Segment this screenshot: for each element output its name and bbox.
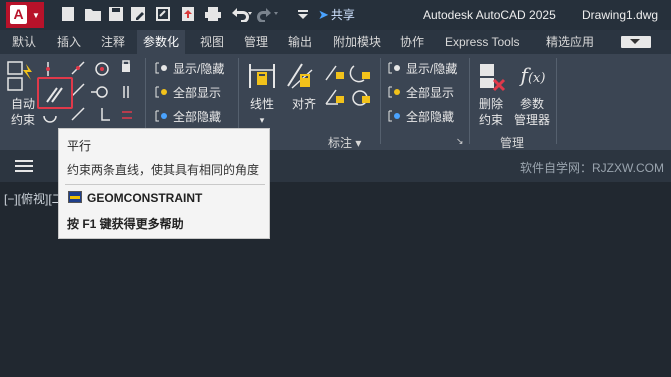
dimensional-show-hide-button[interactable]: 显示/隐藏 (387, 60, 457, 78)
title-bar: A ▼ ➤ 共享 Autodesk AutoCAD 2025 Drawing1.d… (0, 0, 671, 30)
geometric-show-hide-button[interactable]: 显示/隐藏 (154, 60, 224, 78)
tab-express-tools[interactable]: Express Tools (439, 30, 525, 54)
aligned-dimension-icon[interactable] (284, 60, 316, 92)
share-icon[interactable] (155, 6, 171, 24)
dimension-constraint-grid (325, 65, 370, 106)
panel-launcher-icon[interactable]: ↘ (456, 136, 464, 147)
tab-view[interactable]: 视图 (194, 30, 230, 54)
dimensional-hide-all-button[interactable]: 全部隐藏 (387, 108, 454, 126)
panel-separator (469, 58, 470, 144)
application-menu-button[interactable]: A ▼ (6, 2, 44, 28)
geometric-hide-all-button[interactable]: 全部隐藏 (154, 108, 221, 126)
tab-output[interactable]: 输出 (282, 30, 318, 54)
upload-icon[interactable] (180, 6, 196, 24)
autocad-logo-icon: A (10, 5, 27, 24)
menu-icon[interactable] (15, 160, 33, 172)
ribbon-display-toggle[interactable] (621, 36, 651, 48)
chevron-down-icon[interactable] (296, 6, 310, 24)
open-icon[interactable] (84, 6, 102, 24)
share-label: 共享 (330, 8, 355, 22)
chevron-down-icon: ▼ (32, 11, 40, 20)
tab-manage[interactable]: 管理 (238, 30, 274, 54)
dimensional-panel-label[interactable]: 标注 ▾ (328, 134, 361, 151)
function-icon[interactable]: f(x) (515, 58, 551, 92)
tooltip-description: 约束两条直线，使其具有相同的角度 (67, 163, 260, 177)
dimensional-show-hide-label: 显示/隐藏 (406, 62, 458, 76)
tab-insert[interactable]: 插入 (51, 30, 87, 54)
delete-constraints-label[interactable]: 删除 约束 (474, 96, 508, 128)
undo-icon[interactable] (230, 6, 252, 24)
tab-addins[interactable]: 附加模块 (327, 30, 387, 54)
linear-dimension-icon[interactable] (246, 60, 278, 92)
tooltip-title: 平行 (67, 139, 92, 153)
dimensional-hide-all-label: 全部隐藏 (406, 110, 455, 124)
hide-all-icon (387, 109, 403, 123)
redo-icon[interactable] (257, 6, 279, 24)
show-hide-icon (154, 61, 170, 75)
linear-label[interactable]: 线性 (246, 96, 278, 112)
delete-constraints-icon[interactable] (476, 60, 510, 94)
tab-featured-apps[interactable]: 精选应用 (540, 30, 600, 54)
panel-separator (556, 58, 557, 144)
hide-all-icon (154, 109, 170, 123)
tab-collaborate[interactable]: 协作 (394, 30, 430, 54)
manage-panel-label: 管理 (500, 136, 525, 150)
tooltip-help: 按 F1 键获得更多帮助 (67, 217, 184, 231)
dimensional-show-all-button[interactable]: 全部显示 (387, 84, 454, 102)
auto-constrain-label[interactable]: 自动 约束 (6, 96, 40, 128)
geometric-show-all-label: 全部显示 (173, 86, 222, 100)
tab-annotate[interactable]: 注释 (95, 30, 131, 54)
panel-separator (380, 58, 381, 144)
watermark-text: 软件自学网：RJZXW.COM (520, 161, 664, 175)
share-button[interactable]: ➤ 共享 (318, 6, 355, 23)
save-as-icon[interactable] (130, 6, 146, 24)
parallel-tooltip: 平行 约束两条直线，使其具有相同的角度 GEOMCONSTRAINT 按 F1 … (58, 128, 270, 239)
geometric-show-all-button[interactable]: 全部显示 (154, 84, 221, 102)
geometric-hide-all-label: 全部隐藏 (173, 110, 222, 124)
tooltip-divider (65, 184, 265, 185)
show-all-icon (387, 85, 403, 99)
tab-default[interactable]: 默认 (6, 30, 42, 54)
tab-parametric[interactable]: 参数化 (137, 30, 186, 54)
chevron-down-icon[interactable]: ▾ (254, 112, 270, 128)
geometric-show-hide-label: 显示/隐藏 (173, 62, 225, 76)
parameters-manager-label[interactable]: 参数 管理器 (512, 96, 552, 128)
dimensional-show-all-label: 全部显示 (406, 86, 455, 100)
viewport-controls[interactable]: [−][俯视][二 (4, 190, 64, 207)
print-icon[interactable] (204, 6, 222, 24)
ribbon-tab-bar: 默认 插入 注释 参数化 视图 管理 输出 附加模块 协作 Express To… (0, 30, 671, 54)
application-title: Autodesk AutoCAD 2025 (423, 8, 556, 22)
show-all-icon (154, 85, 170, 99)
send-icon: ➤ (318, 7, 329, 22)
show-hide-icon (387, 61, 403, 75)
auto-constrain-icon[interactable] (6, 60, 40, 94)
command-icon (68, 191, 82, 203)
save-icon[interactable] (108, 6, 124, 24)
tooltip-command: GEOMCONSTRAINT (87, 191, 203, 205)
new-icon[interactable] (60, 6, 76, 24)
aligned-label[interactable]: 对齐 (284, 96, 324, 112)
parallel-highlight-box (37, 77, 73, 109)
document-title: Drawing1.dwg (582, 8, 659, 22)
